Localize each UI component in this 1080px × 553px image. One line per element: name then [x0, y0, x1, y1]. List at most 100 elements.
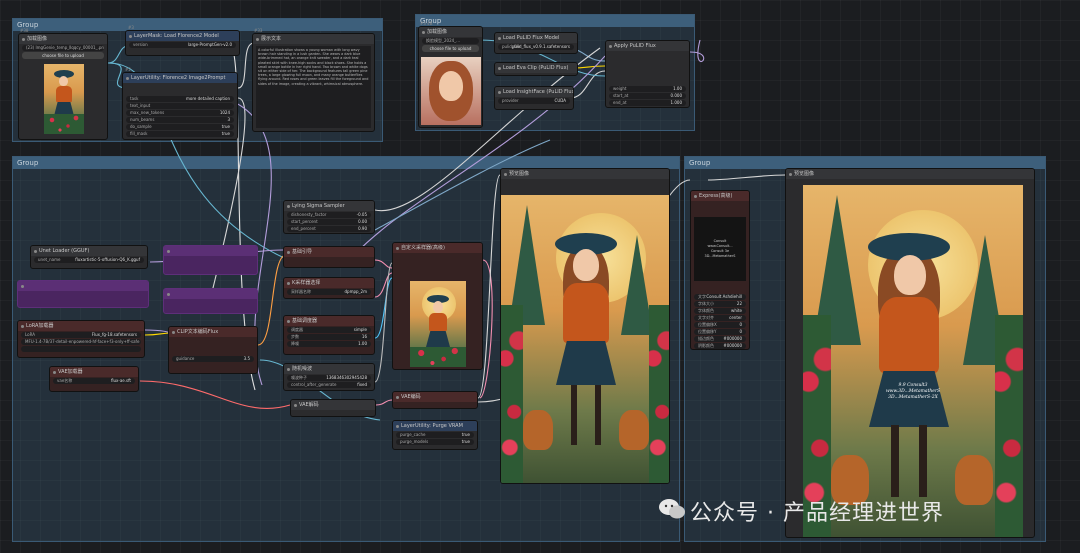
- node-id: #33: [254, 28, 263, 33]
- provider-select[interactable]: provider CUDA: [498, 98, 570, 104]
- control-after-generate[interactable]: control_after_generate fixed: [287, 382, 371, 388]
- image-file-select[interactable]: 换脸模型_2024_...: [422, 38, 479, 44]
- node-title: 加载图像: [19, 34, 107, 44]
- sigma-sampler-node[interactable]: Lying Sigma Sampler dishonesty_factor -0.…: [283, 200, 375, 234]
- node-title: K采样器选择: [284, 278, 374, 288]
- end-percent-field[interactable]: end_percent 0.90: [287, 226, 371, 232]
- weight-field[interactable]: weight 1.00: [609, 86, 686, 92]
- node-id: #3 4B: [420, 21, 433, 26]
- node-title: 基础调度器: [284, 316, 374, 326]
- steps-field[interactable]: 步数 16: [287, 334, 371, 340]
- node-title: LayerMask: Load Florence2 Model: [126, 31, 239, 41]
- text-input-field[interactable]: text_input: [126, 103, 234, 109]
- generated-image-preview: [501, 195, 669, 483]
- purge-vram-node[interactable]: LayerUtility: Purge VRAM purge_cache true…: [392, 420, 478, 450]
- dishonesty-field[interactable]: dishonesty_factor -0.05: [287, 212, 371, 218]
- load-face-image-node[interactable]: 加载图像 换脸模型_2024_... choose file to upload: [418, 26, 483, 128]
- image-file-select[interactable]: (23) ImgGenie_temp_Ⅱqqcy_00001_.png: [22, 45, 104, 51]
- node-title: 自定义采样器(高级): [393, 243, 482, 253]
- node-title: Apply PuLID Flux: [606, 41, 689, 51]
- florence-prompt-node[interactable]: LayerUtility: Florence2 Image2Prompt tas…: [122, 72, 238, 140]
- node-title: LayerUtility: Purge VRAM: [393, 421, 477, 431]
- node-title: 展示文本: [253, 34, 374, 44]
- pulid-file-select[interactable]: pulid_file pulid_flux_v0.9.1.safetensors: [498, 44, 574, 50]
- do-sample-toggle[interactable]: do_sample true: [126, 124, 234, 130]
- purge-models-toggle[interactable]: purge_models true: [396, 439, 474, 445]
- wechat-logo-icon: [659, 499, 685, 519]
- node-title: 预览图像: [786, 169, 1034, 179]
- denoise-field[interactable]: 降噪 1.00: [287, 341, 371, 347]
- vae-loader-node[interactable]: VAE加载器 vae名称 flux-ae.sft: [49, 366, 139, 392]
- muted-node-3[interactable]: [163, 288, 258, 314]
- noise-seed-field[interactable]: 噪波种子 1368346302945428: [287, 375, 371, 381]
- clip-encode-node[interactable]: CLIP文本编码Flux guidance 3.5: [168, 326, 258, 374]
- vae-name-select[interactable]: vae名称 flux-ae.sft: [53, 378, 135, 384]
- unet-name-select[interactable]: unet_name fluxartistic-5-offusion-Q6_K.gg…: [34, 257, 144, 263]
- num-beams-field[interactable]: num_beams 3: [126, 117, 234, 123]
- start-at-field[interactable]: start_at 0.000: [609, 93, 686, 99]
- scheduler-select[interactable]: 调度器 simple: [287, 327, 371, 333]
- preview-image-node-1[interactable]: 预览图像: [500, 168, 670, 484]
- offset-x-field[interactable]: 位置偏移X 0: [694, 322, 746, 328]
- shadow-color-field[interactable]: 阴影颜色 #000000: [694, 343, 746, 349]
- stroke-color-field[interactable]: 描边颜色 #000000: [694, 336, 746, 342]
- basic-guider-node[interactable]: 基础引导: [283, 246, 375, 268]
- lora-strength[interactable]: MFU-1.4-7B/37-detail-enpowered-hf-face+f…: [21, 339, 141, 345]
- node-title: LayerUtility: Florence2 Image2Prompt: [123, 73, 237, 83]
- vae-encode-node[interactable]: VAE编码: [392, 391, 478, 409]
- input-image-preview: [44, 64, 84, 134]
- task-select[interactable]: task more detailed caption: [126, 96, 234, 102]
- preview-image-node-2[interactable]: 预览图像 9.9 Consult3 www.3D...MetamatherS 3…: [785, 168, 1035, 538]
- start-percent-field[interactable]: start_percent 0.00: [287, 219, 371, 225]
- caption-text: A colorful illustration shows a young wo…: [256, 46, 371, 128]
- vae-decode-node[interactable]: VAE解码: [290, 399, 376, 417]
- final-image-preview: 9.9 Consult3 www.3D...MetamatherS 3D...M…: [803, 185, 1023, 537]
- watermark-text: 公众号 · 产品经理进世界: [690, 501, 944, 526]
- florence-model-node[interactable]: LayerMask: Load Florence2 Model version l…: [125, 30, 240, 56]
- lora-extra[interactable]: [21, 346, 141, 352]
- guidance-field[interactable]: guidance 3.5: [172, 356, 254, 362]
- upload-button[interactable]: choose file to upload: [22, 52, 104, 59]
- fill-mask-toggle[interactable]: fill_mask true: [126, 131, 234, 137]
- node-id: #2: [125, 67, 131, 72]
- express-node[interactable]: Express(高级) Consult www.Consult... Consu…: [690, 190, 750, 350]
- upload-button[interactable]: choose file to upload: [422, 45, 479, 52]
- muted-node-1[interactable]: [163, 245, 258, 275]
- basic-scheduler-node[interactable]: 基础调度器 调度器 simple 步数 16 降噪 1.00: [283, 315, 375, 355]
- apply-pulid-node[interactable]: Apply PuLID Flux weight 1.00 start_at 0.00…: [605, 40, 690, 108]
- node-title: 预览图像: [501, 169, 669, 179]
- ksampler-select-node[interactable]: K采样器选择 采样器名称 dpmpp_2m: [283, 277, 375, 299]
- end-at-field[interactable]: end_at 1.000: [609, 100, 686, 106]
- node-title: Express(高级): [691, 191, 749, 201]
- random-noise-node[interactable]: 随机噪波 噪波种子 1368346302945428 control_after_…: [283, 363, 375, 391]
- offset-y-field[interactable]: 位置偏移Y 0: [694, 329, 746, 335]
- node-title: LoRA加载器: [18, 321, 144, 331]
- node-title: 随机噪波: [284, 364, 374, 374]
- node-title: 加载图像: [419, 27, 482, 37]
- align-field[interactable]: 文字对齐 center: [694, 315, 746, 321]
- custom-sampler-node[interactable]: 自定义采样器(高级): [392, 242, 483, 370]
- max-tokens-field[interactable]: max_new_tokens 1024: [126, 110, 234, 116]
- lora-loader-node[interactable]: LoRA加载器 LoRA Flux_fg-18.safetensors MFU-1…: [17, 320, 145, 358]
- eva-clip-node[interactable]: Load Eva Clip (PuLID Flux): [494, 62, 578, 76]
- purge-cache-toggle[interactable]: purge_cache true: [396, 432, 474, 438]
- unet-loader-node[interactable]: Unet Loader (GGUF) unet_name fluxartistic…: [30, 245, 148, 269]
- version-select[interactable]: version large-PromptGen-v2.0: [129, 42, 236, 48]
- muted-node-2[interactable]: [17, 280, 149, 308]
- node-title: CLIP文本编码Flux: [169, 327, 257, 337]
- sampler-preview: [410, 281, 466, 367]
- node-title: VAE加载器: [50, 367, 138, 377]
- text-field[interactable]: 文字 Consult Ashdiehill: [694, 294, 746, 300]
- node-title: VAE编码: [393, 392, 477, 402]
- insightface-node[interactable]: Load InsightFace (PuLID Flux) provider CU…: [494, 86, 574, 110]
- node-id: #38: [20, 28, 29, 33]
- font-color-field[interactable]: 字体颜色 white: [694, 308, 746, 314]
- pulid-model-node[interactable]: Load PuLID Flux Model pulid_file pulid_fl…: [494, 32, 578, 54]
- lora-select[interactable]: LoRA Flux_fg-18.safetensors: [21, 332, 141, 338]
- sampler-name-select[interactable]: 采样器名称 dpmpp_2m: [287, 289, 371, 295]
- font-size-field[interactable]: 字体大小 22: [694, 301, 746, 307]
- show-text-node[interactable]: 展示文本 A colorful illustration shows a you…: [252, 33, 375, 132]
- overlay-text: 9.9 Consult3 www.3D...MetamatherS 3D...M…: [885, 383, 941, 400]
- load-image-node[interactable]: 加载图像 (23) ImgGenie_temp_Ⅱqqcy_00001_.png…: [18, 33, 108, 140]
- node-title: VAE解码: [291, 400, 375, 410]
